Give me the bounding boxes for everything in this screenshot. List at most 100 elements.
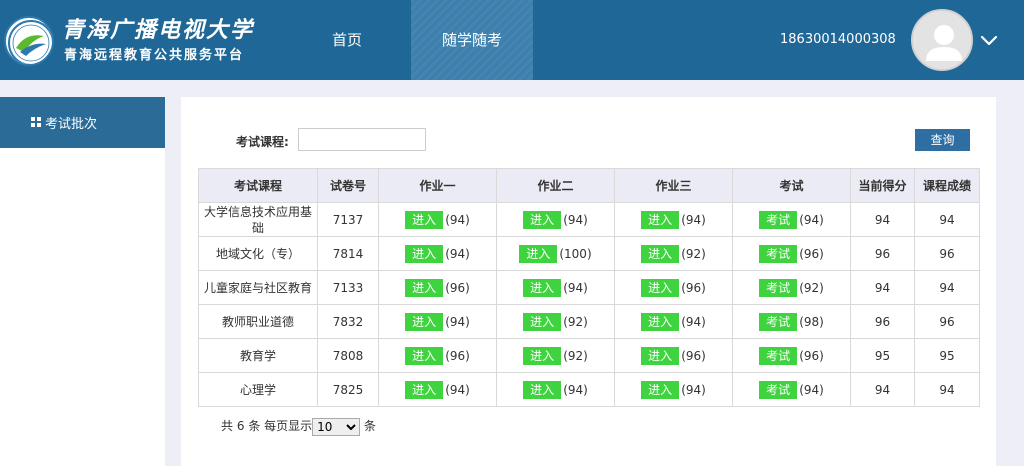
course-grade: 94 (914, 270, 980, 305)
avatar[interactable] (911, 9, 973, 71)
homework-1-cell: 进入 (96) (378, 270, 497, 305)
exam-score: (96) (799, 348, 824, 363)
homework-score: (92) (681, 246, 706, 261)
exam-button[interactable]: 考试 (759, 312, 798, 331)
homework-2-cell: 进入 (94) (496, 372, 615, 407)
pager: 共 6 条 每页显示 10 条 (221, 417, 376, 436)
course-grade: 96 (914, 236, 980, 271)
homework-3-cell: 进入 (96) (614, 270, 733, 305)
paper-number: 7133 (317, 270, 379, 305)
table-row: 教师职业道德 7832 进入 (94) 进入 (92) 进入 (94) 考试 (98) … (198, 304, 980, 339)
course-name: 儿童家庭与社区教育 (198, 270, 318, 305)
homework-score: (94) (681, 212, 706, 227)
course-filter-label: 考试课程: (236, 135, 289, 149)
exam-button[interactable]: 考试 (759, 244, 798, 263)
column-header: 作业二 (496, 168, 615, 203)
homework-score: (94) (563, 382, 588, 397)
enter-button[interactable]: 进入 (641, 278, 680, 297)
enter-button[interactable]: 进入 (641, 312, 680, 331)
current-score: 96 (850, 304, 915, 339)
nav-home[interactable]: 首页 (292, 0, 402, 80)
course-grade: 96 (914, 304, 980, 339)
enter-button[interactable]: 进入 (405, 312, 444, 331)
exam-score: (92) (799, 280, 824, 295)
homework-score: (92) (563, 314, 588, 329)
table-header-row: 考试课程 试卷号 作业一 作业二 作业三 考试 当前得分 课程成绩 (198, 168, 980, 203)
chevron-down-icon[interactable] (979, 30, 999, 50)
course-filter-input[interactable] (298, 128, 426, 151)
enter-button[interactable]: 进入 (405, 278, 444, 297)
exam-cell: 考试 (92) (732, 270, 851, 305)
homework-3-cell: 进入 (94) (614, 372, 733, 407)
exam-button[interactable]: 考试 (759, 346, 798, 365)
exam-cell: 考试 (94) (732, 202, 851, 237)
pager-total-count: 6 (236, 419, 245, 433)
enter-button[interactable]: 进入 (641, 244, 680, 263)
homework-2-cell: 进入 (92) (496, 338, 615, 373)
homework-score: (94) (445, 246, 470, 261)
paper-number: 7137 (317, 202, 379, 237)
homework-1-cell: 进入 (94) (378, 236, 497, 271)
site-logo[interactable]: 青海广播电视大学 青海远程教育公共服务平台 (4, 8, 264, 72)
homework-1-cell: 进入 (94) (378, 372, 497, 407)
homework-3-cell: 进入 (92) (614, 236, 733, 271)
enter-button[interactable]: 进入 (405, 346, 444, 365)
enter-button[interactable]: 进入 (641, 346, 680, 365)
current-score: 95 (850, 338, 915, 373)
course-name: 心理学 (198, 372, 318, 407)
exam-cell: 考试 (96) (732, 338, 851, 373)
table-row: 教育学 7808 进入 (96) 进入 (92) 进入 (96) 考试 (96) 95 … (198, 338, 980, 373)
enter-button[interactable]: 进入 (523, 380, 562, 399)
column-header: 课程成绩 (914, 168, 980, 203)
table-row: 大学信息技术应用基础 7137 进入 (94) 进入 (94) 进入 (94) 考试(… (198, 202, 980, 237)
exam-cell: 考试 (96) (732, 236, 851, 271)
homework-score: (96) (681, 280, 706, 295)
homework-2-cell: 进入 (94) (496, 270, 615, 305)
main-panel: 考试课程: 查询 考试课程 试卷号 作业一 作业二 作业三 考试 当前得分 课程… (181, 97, 996, 466)
exam-button[interactable]: 考试 (759, 210, 798, 229)
brand-title: 青海广播电视大学 (62, 17, 255, 43)
user-id: 18630014000308 (780, 32, 896, 47)
exam-score: (98) (799, 314, 824, 329)
paper-number: 7825 (317, 372, 379, 407)
homework-score: (94) (681, 382, 706, 397)
homework-score: (94) (445, 314, 470, 329)
nav-study-exam[interactable]: 随学随考 (411, 0, 533, 80)
paper-number: 7832 (317, 304, 379, 339)
homework-score: (94) (563, 280, 588, 295)
course-grade: 94 (914, 372, 980, 407)
column-header: 考试课程 (198, 168, 318, 203)
enter-button[interactable]: 进入 (523, 210, 562, 229)
enter-button[interactable]: 进入 (405, 244, 444, 263)
homework-score: (94) (681, 314, 706, 329)
enter-button[interactable]: 进入 (405, 380, 444, 399)
homework-1-cell: 进入 (94) (378, 202, 497, 237)
homework-2-cell: 进入 (92) (496, 304, 615, 339)
column-header: 作业三 (614, 168, 733, 203)
exam-button[interactable]: 考试 (759, 380, 798, 399)
course-name: 教育学 (198, 338, 318, 373)
exam-button[interactable]: 考试 (759, 278, 798, 297)
enter-button[interactable]: 进入 (641, 210, 680, 229)
exam-score: (96) (799, 246, 824, 261)
enter-button[interactable]: 进入 (519, 244, 558, 263)
enter-button[interactable]: 进入 (641, 380, 680, 399)
enter-button[interactable]: 进入 (523, 312, 562, 331)
homework-score: (96) (445, 348, 470, 363)
enter-button[interactable]: 进入 (405, 210, 444, 229)
exam-score: (94) (799, 212, 824, 227)
table-row: 儿童家庭与社区教育 7133 进入 (96) 进入 (94) 进入 (96) 考试 (9… (198, 270, 980, 305)
query-button[interactable]: 查询 (915, 129, 970, 151)
sidebar: 考试批次 (0, 97, 165, 466)
pager-total-suffix: 条 每页显示 (248, 419, 313, 433)
sidebar-item-exam-batch[interactable]: 考试批次 (0, 97, 165, 148)
enter-button[interactable]: 进入 (523, 346, 562, 365)
homework-score: (94) (563, 212, 588, 227)
column-header: 作业一 (378, 168, 497, 203)
homework-3-cell: 进入 (96) (614, 338, 733, 373)
homework-score: (96) (681, 348, 706, 363)
enter-button[interactable]: 进入 (523, 278, 562, 297)
homework-3-cell: 进入 (94) (614, 202, 733, 237)
page-size-select[interactable]: 10 (312, 417, 361, 436)
homework-1-cell: 进入 (94) (378, 304, 497, 339)
